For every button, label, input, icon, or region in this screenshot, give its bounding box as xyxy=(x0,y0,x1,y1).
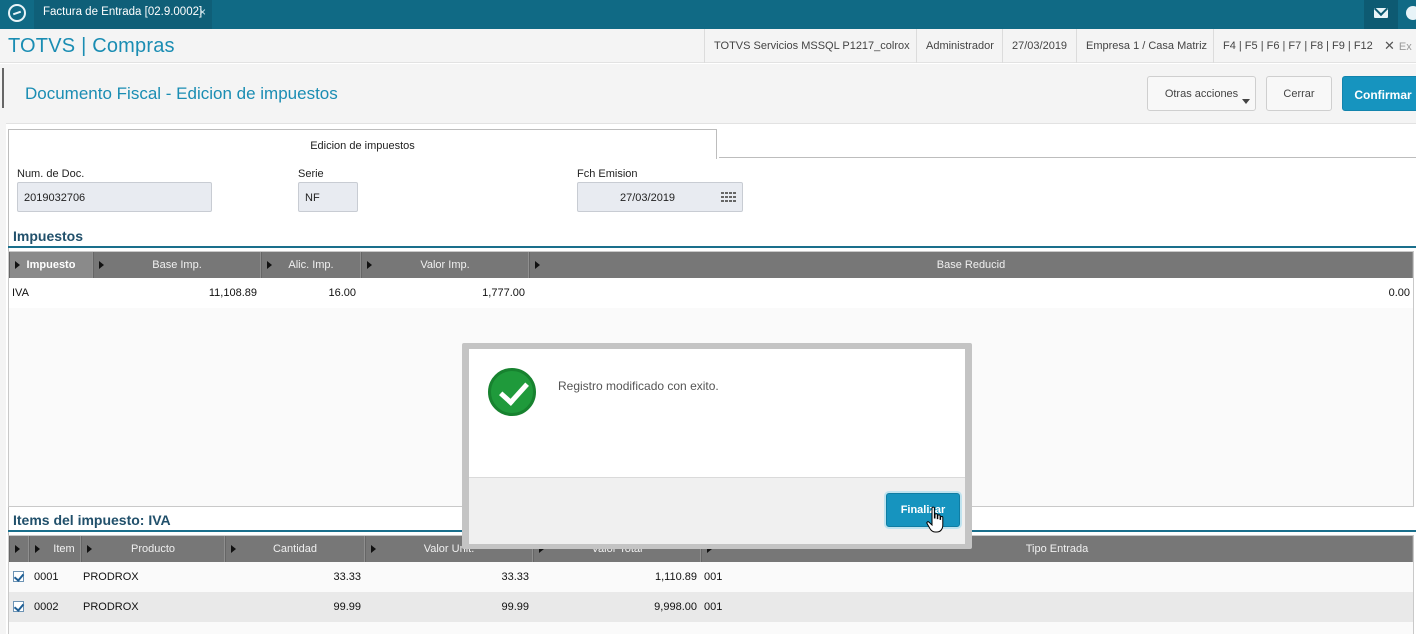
calendar-icon[interactable] xyxy=(721,192,736,204)
cell-tipo-entrada: 001 xyxy=(704,601,723,613)
cell-valor-total: 9,998.00 xyxy=(654,601,697,613)
finalizar-button[interactable]: Finalizar xyxy=(886,493,960,527)
cell-producto: PRODROX xyxy=(83,571,139,583)
chevron-down-icon xyxy=(1242,99,1250,104)
sort-arrow-icon xyxy=(87,545,92,553)
fch-emision-field[interactable]: 27/03/2019 xyxy=(577,182,743,212)
cell-base-reducid: 0.00 xyxy=(1388,287,1410,299)
items-grid: Item Producto Cantidad Valor Unit. Valor… xyxy=(8,535,1414,634)
exit-label: Ex xyxy=(1398,41,1412,53)
confirm-button[interactable]: Confirmar xyxy=(1342,76,1416,111)
col-cantidad[interactable]: Cantidad xyxy=(225,536,365,562)
cell-valor-unit: 33.33 xyxy=(501,571,529,583)
col-base-reducid-label: Base Reducid xyxy=(936,259,1006,271)
fch-emision-value: 27/03/2019 xyxy=(620,192,676,204)
col-alic-imp[interactable]: Alic. Imp. xyxy=(261,252,361,278)
col-impuesto[interactable]: Impuesto xyxy=(9,252,93,278)
sort-arrow-icon xyxy=(15,545,20,553)
impuestos-title: Impuestos xyxy=(13,228,84,244)
cell-valor-unit: 99.99 xyxy=(501,601,529,613)
col-item[interactable]: Item xyxy=(29,536,81,562)
cell-cantidad: 99.99 xyxy=(333,601,361,613)
col-producto[interactable]: Producto xyxy=(81,536,225,562)
col-base-imp[interactable]: Base Imp. xyxy=(93,252,261,278)
page-title: Documento Fiscal - Edicion de impuestos xyxy=(25,84,338,103)
sort-arrow-icon xyxy=(267,261,272,269)
success-check-icon xyxy=(488,368,536,416)
success-dialog: Registro modificado con exito. Finalizar xyxy=(469,349,965,544)
sort-arrow-icon xyxy=(371,545,376,553)
mail-icon[interactable] xyxy=(1364,0,1398,29)
cell-alic-imp: 16.00 xyxy=(328,287,356,299)
items-title: Items del impuesto: IVA xyxy=(13,512,171,528)
table-row[interactable]: IVA 11,108.89 16.00 1,777.00 0.00 xyxy=(9,278,1413,308)
window-tab-factura[interactable]: Factura de Entrada [02.9.0002] × xyxy=(34,0,212,29)
exit-button[interactable]: ✕ Ex xyxy=(1384,38,1412,54)
doc-num-label: Num. de Doc. xyxy=(17,168,85,180)
server-info: TOTVS Servicios MSSQL P1217_colrox xyxy=(704,29,910,63)
col-base-reducid[interactable]: Base Reducid xyxy=(529,252,1413,278)
col-producto-label: Producto xyxy=(130,543,176,555)
close-tab-icon[interactable]: × xyxy=(199,5,206,19)
serie-label: Serie xyxy=(298,168,324,180)
tab-edicion-impuestos[interactable]: Edicion de impuestos xyxy=(8,129,717,159)
doc-num-field[interactable]: 2019032706 xyxy=(17,182,212,212)
cell-producto: PRODROX xyxy=(83,601,139,613)
cell-item: 0002 xyxy=(34,601,59,613)
sort-arrow-icon xyxy=(99,261,104,269)
cell-impuesto: IVA xyxy=(12,287,29,299)
col-alic-imp-label: Alic. Imp. xyxy=(288,259,334,271)
session-icon[interactable] xyxy=(1406,6,1416,20)
sort-arrow-icon xyxy=(35,545,40,553)
cell-item: 0001 xyxy=(34,571,59,583)
app-title: TOTVS | Compras xyxy=(8,35,175,57)
cell-cantidad: 33.33 xyxy=(333,571,361,583)
col-valor-imp[interactable]: Valor Imp. xyxy=(361,252,529,278)
sort-arrow-icon xyxy=(535,261,540,269)
col-valor-imp-label: Valor Imp. xyxy=(420,259,470,271)
col-tipo-entrada-label: Tipo Entrada xyxy=(1025,543,1089,555)
sort-arrow-icon xyxy=(15,261,20,269)
hand-cursor-icon xyxy=(926,506,944,533)
col-impuesto-label: Impuesto xyxy=(26,259,76,271)
other-actions-button[interactable]: Otras acciones xyxy=(1147,76,1256,111)
cell-valor-total: 1,110.89 xyxy=(654,571,697,583)
row-checkbox[interactable] xyxy=(13,601,24,612)
col-cantidad-label: Cantidad xyxy=(272,543,318,555)
close-button[interactable]: Cerrar xyxy=(1266,76,1332,111)
totvs-logo-icon[interactable] xyxy=(8,4,26,22)
col-item-label: Item xyxy=(53,543,75,555)
col-base-imp-label: Base Imp. xyxy=(152,259,202,271)
cell-base-imp: 11,108.89 xyxy=(208,287,257,299)
serie-field[interactable]: NF xyxy=(298,182,358,212)
user-info: Administrador xyxy=(916,29,994,63)
company-info: Empresa 1 / Casa Matriz xyxy=(1076,29,1207,63)
other-actions-label: Otras acciones xyxy=(1164,88,1239,100)
fch-emision-label: Fch Emision xyxy=(577,168,638,180)
sort-arrow-icon xyxy=(367,261,372,269)
cell-tipo-entrada: 001 xyxy=(704,571,723,583)
window-tab-title: Factura de Entrada [02.9.0002] xyxy=(43,6,203,18)
window-tab-bar: Factura de Entrada [02.9.0002] × xyxy=(0,0,1416,29)
impuestos-grid-header: Impuesto Base Imp. Alic. Imp. Valor Imp.… xyxy=(9,252,1413,278)
col-select[interactable] xyxy=(9,536,29,562)
row-checkbox[interactable] xyxy=(13,571,24,582)
date-info: 27/03/2019 xyxy=(1002,29,1067,63)
impuestos-rule xyxy=(8,246,1416,248)
cell-valor-imp: 1,777.00 xyxy=(482,287,525,299)
app-header: TOTVS | Compras TOTVS Servicios MSSQL P1… xyxy=(0,29,1416,63)
table-row[interactable]: 0001 PRODROX 33.33 33.33 1,110.89 001 xyxy=(9,562,1413,592)
table-row[interactable]: 0002 PRODROX 99.99 99.99 9,998.00 001 xyxy=(9,592,1413,622)
dialog-message: Registro modificado con exito. xyxy=(558,379,719,393)
sort-arrow-icon xyxy=(231,545,236,553)
shortcut-info: F4 | F5 | F6 | F7 | F8 | F9 | F12 xyxy=(1213,29,1373,63)
